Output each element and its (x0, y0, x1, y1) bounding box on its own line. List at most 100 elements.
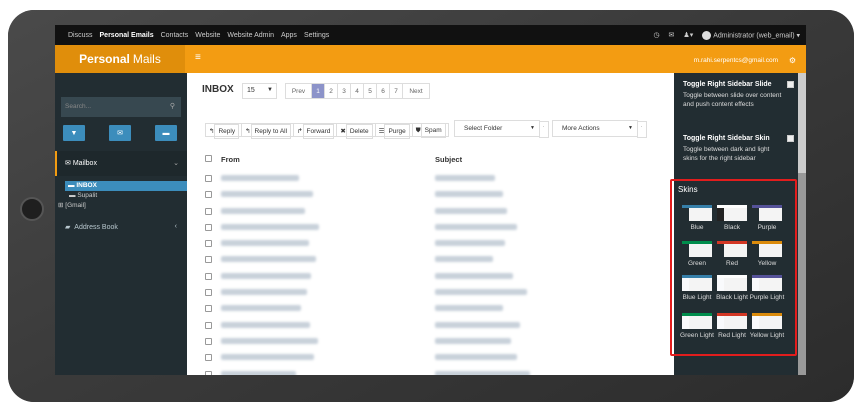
row-checkbox[interactable] (205, 272, 212, 280)
nav-personal-emails[interactable]: Personal Emails (100, 32, 154, 39)
row-checkbox[interactable] (205, 354, 212, 362)
skin-label[interactable]: Purple Light (748, 294, 786, 302)
table-row[interactable] (205, 367, 665, 375)
page-6[interactable]: 6 (377, 84, 390, 98)
row-checkbox[interactable] (205, 175, 212, 182)
clock-icon[interactable]: ◷ (653, 31, 659, 39)
forward-button[interactable]: ↱ Forward (293, 123, 338, 139)
skin-label[interactable]: Black Light (713, 294, 751, 302)
reply-all-button[interactable]: ↰ Reply to All (241, 123, 295, 139)
user-menu[interactable]: Administrator (web_email) ▾ (702, 30, 800, 40)
row-checkbox[interactable] (205, 321, 212, 329)
skin-label[interactable]: Black (713, 224, 751, 232)
row-checkbox[interactable] (205, 191, 212, 199)
skin-label[interactable]: Red (713, 260, 751, 268)
scrollbar[interactable] (798, 73, 806, 375)
nav-discuss[interactable]: Discuss (68, 32, 93, 39)
page-7[interactable]: 7 (390, 84, 403, 98)
skin-swatch-purple[interactable] (752, 205, 782, 221)
page-prev[interactable]: Prev (286, 84, 312, 98)
sidebar-item-mailbox[interactable]: ✉ Mailbox ⌄ (55, 151, 187, 176)
slide-checkbox[interactable] (787, 81, 794, 88)
skin-swatch-green-light[interactable] (682, 313, 712, 329)
row-checkbox[interactable] (205, 370, 212, 375)
skin-label[interactable]: Red Light (713, 332, 751, 340)
brand-logo[interactable]: Personal Mails (55, 45, 185, 73)
skin-label[interactable]: Green Light (678, 332, 716, 340)
folder-gmail[interactable]: ⊞ [Gmail] (55, 201, 187, 211)
menu-toggle-icon[interactable]: ≡ (195, 52, 201, 63)
page-5[interactable]: 5 (364, 84, 377, 98)
skin-swatch-green[interactable] (682, 241, 712, 257)
row-checkbox[interactable] (205, 223, 212, 231)
reply-button[interactable]: ↰ Reply (205, 123, 243, 139)
page-2[interactable]: 2 (325, 84, 338, 98)
per-page-select[interactable]: 15 ▼ (242, 83, 277, 99)
skin-label[interactable]: Yellow (748, 260, 786, 268)
folder-button[interactable]: ▬ (155, 125, 177, 141)
skin-swatch-purple-light[interactable] (752, 275, 782, 291)
row-checkbox[interactable] (205, 337, 212, 345)
table-row[interactable] (205, 204, 665, 220)
page-4[interactable]: 4 (351, 84, 364, 98)
skin-label[interactable]: Purple (748, 224, 786, 232)
chat-icon[interactable]: ✉ (669, 31, 675, 39)
scrollbar-thumb[interactable] (798, 173, 806, 375)
skin-label[interactable]: Yellow Light (748, 332, 786, 340)
table-row[interactable] (205, 318, 665, 334)
folder-supalit[interactable]: ▬ Supalit (55, 191, 187, 201)
skin-checkbox[interactable] (787, 135, 794, 142)
table-row[interactable] (205, 171, 665, 187)
table-row[interactable] (205, 236, 665, 252)
table-row[interactable] (205, 334, 665, 350)
search-icon[interactable]: ⚲ (170, 102, 175, 110)
nav-settings[interactable]: Settings (304, 32, 329, 39)
nav-apps[interactable]: Apps (281, 32, 297, 39)
purge-button[interactable]: ☰ Purge (374, 123, 413, 139)
table-row[interactable] (205, 269, 665, 285)
caret-icon[interactable]: ˙ (539, 121, 549, 138)
table-row[interactable] (205, 220, 665, 236)
row-checkbox[interactable] (205, 305, 212, 313)
user-email[interactable]: m.rahi.serpentcs@gmail.com (694, 57, 778, 64)
skin-label[interactable]: Blue Light (678, 294, 716, 302)
table-row[interactable] (205, 252, 665, 268)
row-checkbox[interactable] (205, 256, 212, 264)
notification-icon[interactable]: ♟▾ (683, 31, 693, 39)
table-row[interactable] (205, 301, 665, 317)
skin-label[interactable]: Green (678, 260, 716, 268)
page-1[interactable]: 1 (312, 84, 325, 98)
spam-button[interactable]: ⛊ Spam (411, 123, 449, 138)
skin-swatch-red[interactable] (717, 241, 747, 257)
row-checkbox[interactable] (205, 207, 212, 215)
table-row[interactable] (205, 187, 665, 203)
skin-label[interactable]: Blue (678, 224, 716, 232)
search-input[interactable]: Search... ⚲ (61, 97, 181, 117)
skin-swatch-black-light[interactable] (717, 275, 747, 291)
sidebar-item-address-book[interactable]: ▰ Address Book ‹ (55, 223, 187, 231)
filter-button[interactable]: ▼ (63, 125, 85, 141)
folder-inbox[interactable]: ▬ INBOX (65, 181, 187, 191)
table-row[interactable] (205, 285, 665, 301)
caret-icon[interactable]: ˙ (637, 121, 647, 138)
gear-icon[interactable]: ⚙ (789, 56, 796, 65)
skin-swatch-red-light[interactable] (717, 313, 747, 329)
skin-swatch-yellow[interactable] (752, 241, 782, 257)
skin-swatch-black[interactable] (717, 205, 747, 221)
compose-button[interactable]: ✉ (109, 125, 131, 141)
row-checkbox[interactable] (205, 289, 212, 297)
select-folder-dropdown[interactable]: Select Folder ▼ ˙ (454, 120, 549, 138)
page-3[interactable]: 3 (338, 84, 351, 98)
nav-website[interactable]: Website (195, 32, 220, 39)
row-checkbox[interactable] (205, 240, 212, 248)
delete-button[interactable]: ✖ Delete (336, 123, 376, 139)
skin-swatch-blue-light[interactable] (682, 275, 712, 291)
skin-swatch-yellow-light[interactable] (752, 313, 782, 329)
table-row[interactable] (205, 350, 665, 366)
nav-contacts[interactable]: Contacts (161, 32, 189, 39)
page-next[interactable]: Next (403, 84, 429, 98)
nav-website-admin[interactable]: Website Admin (227, 32, 274, 39)
select-all-checkbox[interactable] (205, 155, 212, 162)
more-actions-dropdown[interactable]: More Actions ▼ ˙ (552, 120, 647, 138)
skin-swatch-blue[interactable] (682, 205, 712, 221)
